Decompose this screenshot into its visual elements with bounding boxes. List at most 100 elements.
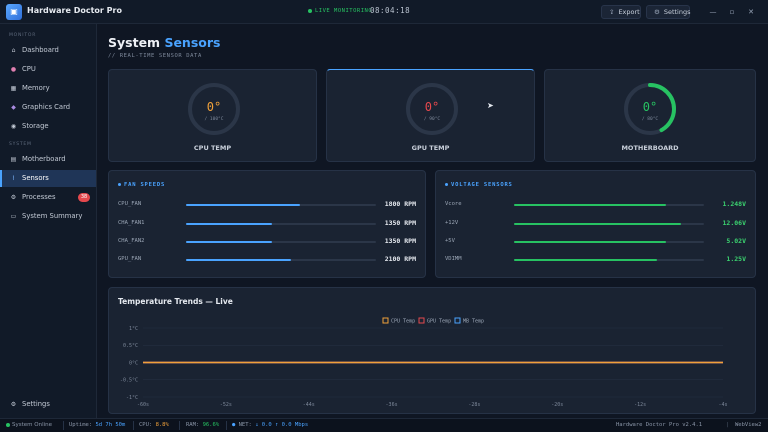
settings-button[interactable]: ⚙ Settings bbox=[646, 5, 691, 19]
sidebar-item-label: Dashboard bbox=[22, 46, 59, 54]
fan-bar-track bbox=[186, 241, 376, 243]
uptime-readout: Uptime: 5d 7h 50m bbox=[69, 422, 125, 428]
cpu-value: 8.8% bbox=[155, 422, 169, 428]
y-tick-label: 0°C bbox=[129, 360, 138, 366]
sidebar-item-dashboard[interactable]: ⌂ Dashboard bbox=[0, 42, 96, 59]
fan-row-value: 1350 RPM bbox=[384, 219, 416, 227]
sidebar-item-graphics-card[interactable]: ◆ Graphics Card bbox=[0, 99, 96, 116]
cpu-label: CPU: bbox=[139, 422, 153, 428]
ram-value: 96.6% bbox=[202, 422, 220, 428]
status-divider bbox=[63, 421, 64, 430]
y-tick-label: 0.5°C bbox=[123, 343, 138, 349]
voltage-row-label: +5V bbox=[445, 238, 455, 244]
voltage-sensors-panel: VOLTAGE SENSORS Vcore 1.248V +12V 12.06V… bbox=[435, 170, 756, 278]
x-tick-label: -52s bbox=[220, 402, 232, 408]
uptime-label: Uptime: bbox=[69, 422, 93, 428]
sidebar-item-label: CPU bbox=[22, 65, 36, 73]
y-tick-label: -0.5°C bbox=[120, 378, 138, 384]
gamepad-icon: ◆ bbox=[11, 104, 16, 111]
page-title-plain: System bbox=[108, 35, 161, 50]
fan-bar-fill bbox=[186, 241, 272, 243]
network-dot-icon: ● bbox=[232, 422, 236, 428]
page-title: System Sensors bbox=[108, 35, 220, 50]
network-readout: ● NET: ↓ 0.0 ↑ 0.0 Mbps bbox=[232, 422, 308, 428]
thermometer-icon: ⌇ bbox=[12, 175, 15, 182]
cpu-temp-label: CPU TEMP bbox=[193, 144, 232, 152]
settings-label: Settings bbox=[663, 8, 691, 16]
cpu-temp-max: / 100°C bbox=[205, 116, 224, 122]
x-tick-label: -36s bbox=[386, 402, 398, 408]
version-text: Hardware Doctor Pro v2.4.1 bbox=[616, 422, 703, 428]
close-icon[interactable]: ✕ bbox=[744, 5, 758, 19]
fan-bar-track bbox=[186, 223, 376, 225]
uptime-value: 5d 7h 50m bbox=[95, 422, 126, 428]
sidebar-item-processes[interactable]: ⚙ Processes 38 bbox=[0, 189, 96, 206]
fan-row-value: 1350 RPM bbox=[384, 237, 416, 245]
x-tick-label: -12s bbox=[634, 402, 646, 408]
app-title: Hardware Doctor Pro bbox=[27, 6, 122, 15]
brain-icon: ● bbox=[10, 66, 17, 73]
x-tick-label: -20s bbox=[551, 402, 563, 408]
sidebar-item-label: Memory bbox=[22, 84, 50, 92]
status-text: System Online bbox=[12, 422, 52, 428]
sidebar-item-label: Settings bbox=[22, 400, 50, 408]
export-button[interactable]: ⇪ Export bbox=[601, 5, 641, 19]
voltage-bar-track bbox=[514, 204, 704, 206]
sidebar-item-cpu[interactable]: ● CPU bbox=[0, 61, 96, 78]
sidebar-item-label: Sensors bbox=[22, 174, 49, 182]
voltage-row-value: 5.02V bbox=[726, 237, 746, 245]
runtime-text: WebView2 bbox=[735, 422, 762, 428]
x-tick-label: -60s bbox=[137, 402, 149, 408]
minimize-icon[interactable]: — bbox=[706, 5, 720, 19]
fan-row-label: CPU_FAN bbox=[118, 201, 142, 207]
status-bar: System Online Uptime: 5d 7h 50m CPU: 8.8… bbox=[0, 418, 768, 432]
fan-row-label: GPU_FAN bbox=[118, 256, 142, 262]
mouse-cursor-icon: ➤ bbox=[487, 101, 494, 110]
cpu-temp-value: 0° bbox=[207, 100, 221, 114]
sidebar-settings-button[interactable]: ⚙ Settings bbox=[0, 396, 96, 413]
fan-speeds-title: FAN SPEEDS bbox=[118, 182, 165, 188]
net-value: ↓ 0.0 ↑ 0.0 Mbps bbox=[255, 422, 309, 428]
live-monitoring-label: LIVE MONITORING bbox=[315, 8, 373, 14]
voltage-sensors-title: VOLTAGE SENSORS bbox=[445, 182, 513, 188]
ram-readout: RAM: 96.6% bbox=[186, 422, 219, 428]
sidebar-item-motherboard[interactable]: ▤ Motherboard bbox=[0, 151, 96, 168]
legend-swatch bbox=[418, 317, 425, 324]
motherboard-temp-label: MOTHERBOARD bbox=[621, 144, 679, 152]
legend-swatch bbox=[382, 317, 389, 324]
voltage-bar-fill bbox=[514, 241, 666, 243]
gear-icon: ⚙ bbox=[654, 8, 660, 16]
voltage-row-value: 1.248V bbox=[722, 200, 746, 208]
voltage-sensors-title-text: VOLTAGE SENSORS bbox=[451, 182, 513, 188]
gpu-temp-value: 0° bbox=[425, 100, 439, 114]
temperature-trends-card: Temperature Trends — Live 1°C 0.5°C 0°C -0.… bbox=[108, 287, 756, 414]
motherboard-temp-max: / 80°C bbox=[642, 116, 659, 122]
status-dot-icon bbox=[6, 422, 10, 427]
processes-count-badge: 38 bbox=[78, 193, 90, 202]
voltage-row-label: VDIMM bbox=[445, 256, 462, 262]
page-subtitle: // REAL-TIME SENSOR DATA bbox=[108, 53, 202, 59]
fan-speeds-panel: FAN SPEEDS CPU_FAN 1800 RPM CHA_FAN1 135… bbox=[108, 170, 426, 278]
maximize-icon[interactable]: ▫ bbox=[725, 5, 739, 19]
fan-row-label: CHA_FAN1 bbox=[118, 220, 145, 226]
fan-bar-fill bbox=[186, 259, 291, 261]
live-monitoring-indicator: LIVE MONITORING bbox=[308, 8, 372, 14]
page-title-accent: Sensors bbox=[164, 35, 221, 50]
disk-icon: ◉ bbox=[10, 123, 17, 130]
voltage-bar-fill bbox=[514, 223, 682, 225]
cpu-temp-gauge: 0° / 100°C bbox=[188, 83, 240, 135]
sidebar-item-sensors[interactable]: ⌇ Sensors bbox=[0, 170, 96, 187]
legend-label: MB Temp bbox=[463, 319, 484, 325]
fan-bar-fill bbox=[186, 223, 272, 225]
gear-icon: ⚙ bbox=[10, 401, 17, 408]
sidebar-item-storage[interactable]: ◉ Storage bbox=[0, 118, 96, 135]
board-icon: ▤ bbox=[10, 156, 17, 163]
sidebar-item-memory[interactable]: ▦ Memory bbox=[0, 80, 96, 97]
sidebar-item-system-summary[interactable]: ▭ System Summary bbox=[0, 208, 96, 225]
bullet-icon bbox=[445, 183, 448, 186]
motherboard-temp-card: 0° / 80°C MOTHERBOARD bbox=[544, 69, 756, 162]
gear-icon: ⚙ bbox=[10, 194, 17, 201]
title-bar: ▣ Hardware Doctor Pro LIVE MONITORING 08… bbox=[0, 0, 768, 24]
house-icon: ⌂ bbox=[11, 47, 16, 54]
sidebar-item-label: Motherboard bbox=[22, 155, 66, 163]
